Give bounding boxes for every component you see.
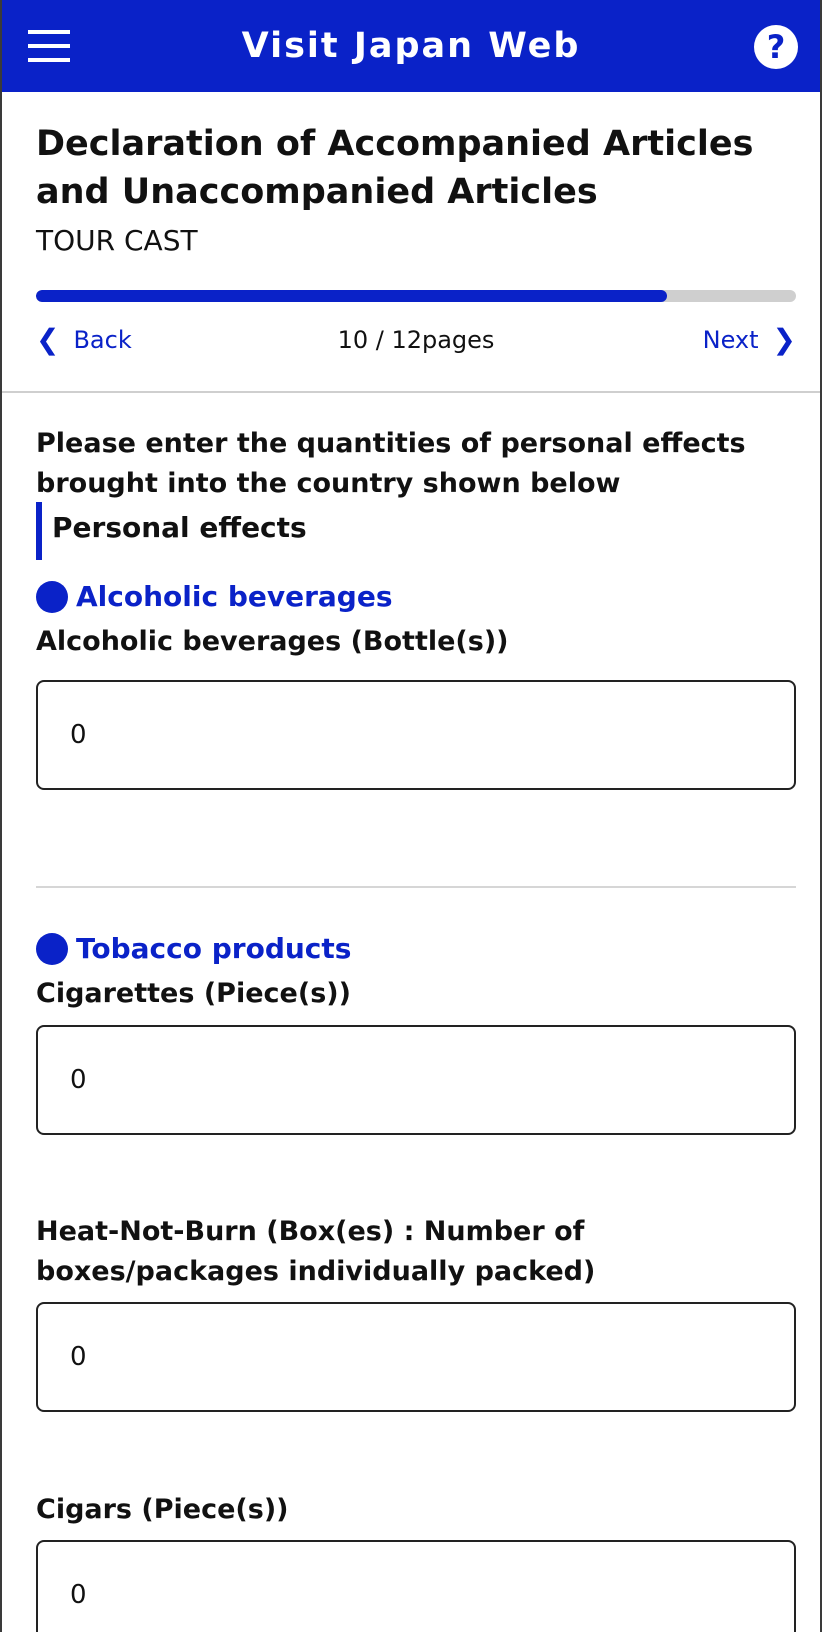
help-icon[interactable]: ? — [754, 25, 798, 69]
heat-not-burn-label: Heat-Not-Burn (Box(es) : Number of boxes… — [36, 1216, 596, 1287]
next-button[interactable]: Next ❯ — [702, 323, 796, 356]
cigarettes-input[interactable] — [36, 1025, 796, 1135]
bullet-dot-icon — [36, 580, 68, 613]
alcohol-bottles-label: Alcoholic beverages (Bottle(s)) — [36, 626, 509, 657]
section-title: Personal effects — [36, 502, 307, 560]
page-header: Declaration of Accompanied Articles and … — [36, 120, 796, 257]
category-tobacco: Tobacco products — [36, 932, 351, 965]
top-bar: Visit Japan Web ? — [2, 0, 820, 92]
page-title: Declaration of Accompanied Articles and … — [36, 124, 754, 212]
cigarettes-label: Cigarettes (Piece(s)) — [36, 978, 351, 1009]
cigars-input[interactable] — [36, 1540, 796, 1632]
progress-bar — [36, 290, 796, 302]
app-frame: Visit Japan Web ? Declaration of Accompa… — [0, 0, 822, 1632]
app-title: Visit Japan Web — [241, 26, 581, 66]
category-tobacco-label: Tobacco products — [76, 932, 352, 965]
header-divider — [2, 391, 820, 393]
next-label: Next — [702, 326, 759, 354]
progress-bar-fill — [36, 290, 667, 302]
bullet-dot-icon — [36, 932, 68, 965]
chevron-right-icon: ❯ — [772, 323, 796, 356]
alcohol-bottles-input[interactable] — [36, 680, 796, 790]
section-divider — [36, 886, 796, 888]
instructions-text: Please enter the quantities of personal … — [36, 428, 746, 499]
hamburger-menu-icon[interactable] — [28, 26, 70, 66]
category-alcohol-label: Alcoholic beverages — [76, 580, 393, 613]
cigars-label: Cigars (Piece(s)) — [36, 1494, 289, 1525]
page-subtitle: TOUR CAST — [36, 224, 198, 257]
page-counter: 10 / 12pages — [337, 326, 495, 354]
category-alcohol: Alcoholic beverages — [36, 580, 393, 613]
heat-not-burn-input[interactable] — [36, 1302, 796, 1412]
pager: ❮ Back 10 / 12pages Next ❯ — [36, 322, 796, 362]
